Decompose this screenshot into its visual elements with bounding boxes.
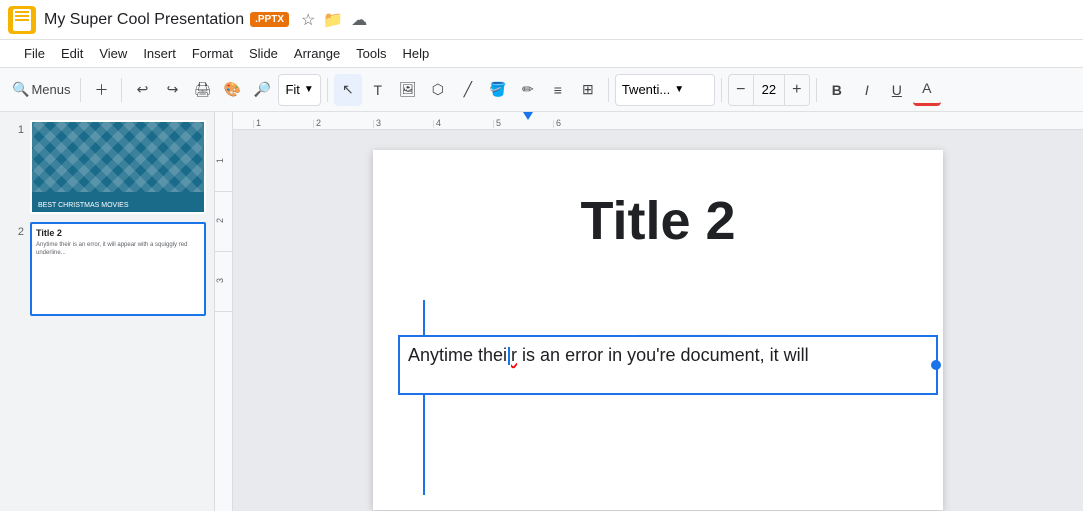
- toolbar: 🔍 Menus ＋ ↩ ↪ 🖨 🎨 🔎 Fit ▼ ↖ T 🖼 ⬡ ╱ 🪣 ✏ …: [0, 68, 1083, 112]
- slide-item-1[interactable]: 1 BEST CHRISTMAS MOVIES: [8, 120, 206, 214]
- grid-tool[interactable]: ⊞: [574, 74, 602, 106]
- text-box[interactable]: Anytime their is an error in you're docu…: [398, 335, 938, 395]
- slide-1-pattern: [32, 122, 204, 192]
- bold-button[interactable]: B: [823, 74, 851, 106]
- text-box-container: Anytime their is an error in you're docu…: [398, 335, 938, 395]
- undo-button[interactable]: ↩: [128, 74, 156, 106]
- italic-button[interactable]: I: [853, 74, 881, 106]
- ruler-mark-2: 2: [313, 120, 373, 128]
- canvas-with-ruler: 1 2 3 1 2 3 4 5 6: [215, 112, 1083, 511]
- search-icon: 🔍: [12, 81, 29, 98]
- ruler-left: 1 2 3: [215, 112, 233, 511]
- slides-panel: 1 BEST CHRISTMAS MOVIES 2 Title 2 Anytim…: [0, 112, 215, 511]
- menu-edit[interactable]: Edit: [53, 43, 91, 64]
- underline-button[interactable]: U: [883, 74, 911, 106]
- line-tool[interactable]: ╱: [454, 74, 482, 106]
- menu-arrange[interactable]: Arrange: [286, 43, 348, 64]
- main-area: 1 BEST CHRISTMAS MOVIES 2 Title 2 Anytim…: [0, 112, 1083, 511]
- paint-tool[interactable]: 🪣: [484, 74, 512, 106]
- slide-number-1: 1: [8, 124, 24, 136]
- slide-1-title: BEST CHRISTMAS MOVIES: [36, 201, 200, 210]
- ruler-cursor-marker: [523, 112, 533, 120]
- divider-3: [327, 78, 328, 102]
- slide-wrapper: Title 2: [373, 150, 943, 510]
- zoom-select[interactable]: Fit ▼: [278, 74, 320, 106]
- font-chevron: ▼: [674, 84, 684, 95]
- pen-tool[interactable]: ✏: [514, 74, 542, 106]
- ruler-mark-4: 4: [433, 120, 493, 128]
- slide-1-preview: BEST CHRISTMAS MOVIES: [32, 122, 204, 212]
- zoom-button[interactable]: 🔎: [248, 74, 276, 106]
- resize-handle[interactable]: [931, 360, 941, 370]
- font-select[interactable]: Twenti... ▼: [615, 74, 715, 106]
- slide-2-preview: Title 2 Anytime their is an error, it wi…: [32, 224, 204, 314]
- ruler-mark-1: 1: [253, 120, 313, 128]
- add-button[interactable]: ＋: [87, 74, 115, 106]
- ruler-left-mark-3: 3: [215, 252, 232, 312]
- slide-thumb-2[interactable]: Title 2 Anytime their is an error, it wi…: [30, 222, 206, 316]
- zoom-chevron: ▼: [304, 84, 314, 95]
- font-size-decrease[interactable]: −: [729, 74, 753, 106]
- ruler-top: 1 2 3 4 5 6: [233, 112, 1083, 130]
- menu-insert[interactable]: Insert: [135, 43, 184, 64]
- menu-slide[interactable]: Slide: [241, 43, 286, 64]
- align-tool[interactable]: ≡: [544, 74, 572, 106]
- ruler-marks: 1 2 3 4 5 6: [253, 112, 613, 129]
- divider-2: [121, 78, 122, 102]
- slide-number-2: 2: [8, 226, 24, 238]
- slide-canvas[interactable]: Title 2: [373, 150, 943, 510]
- menu-view[interactable]: View: [91, 43, 135, 64]
- text-suffix: is an error in you're document, it will: [517, 345, 809, 365]
- divider-5: [721, 78, 722, 102]
- canvas-main: 1 2 3 4 5 6 Title 2: [233, 112, 1083, 511]
- divider-4: [608, 78, 609, 102]
- shape-tool[interactable]: ⬡: [424, 74, 452, 106]
- slide-item-2[interactable]: 2 Title 2 Anytime their is an error, it …: [8, 222, 206, 316]
- ruler-left-mark-1: 1: [215, 132, 232, 192]
- text-cursor: [508, 347, 510, 365]
- ruler-mark-5: 5: [493, 120, 553, 128]
- divider-6: [816, 78, 817, 102]
- color-button[interactable]: A: [913, 74, 941, 106]
- search-button[interactable]: 🔍 Menus: [8, 74, 74, 106]
- ruler-left-mark-2: 2: [215, 192, 232, 252]
- app-logo: [8, 6, 36, 34]
- menu-help[interactable]: Help: [395, 43, 438, 64]
- star-icon[interactable]: ☆: [301, 10, 315, 30]
- text-tool[interactable]: T: [364, 74, 392, 106]
- ruler-mark-3: 3: [373, 120, 433, 128]
- slide-thumb-1[interactable]: BEST CHRISTMAS MOVIES: [30, 120, 206, 214]
- presentation-title: My Super Cool Presentation: [44, 11, 244, 29]
- image-tool[interactable]: 🖼: [394, 74, 422, 106]
- paint-format-button[interactable]: 🎨: [218, 74, 246, 106]
- print-button[interactable]: 🖨: [188, 74, 216, 106]
- font-size-control: − 22 +: [728, 74, 810, 106]
- menus-label: Menus: [31, 82, 70, 97]
- menu-file[interactable]: File: [16, 43, 53, 64]
- menu-bar: File Edit View Insert Format Slide Arran…: [0, 40, 1083, 68]
- menu-tools[interactable]: Tools: [348, 43, 394, 64]
- font-size-value[interactable]: 22: [753, 75, 785, 105]
- slide-2-body: Anytime their is an error, it will appea…: [36, 241, 200, 258]
- cursor-tool[interactable]: ↖: [334, 74, 362, 106]
- cloud-icon[interactable]: ☁: [351, 10, 367, 30]
- font-size-increase[interactable]: +: [785, 74, 809, 106]
- redo-button[interactable]: ↪: [158, 74, 186, 106]
- canvas-area[interactable]: Title 2: [233, 130, 1083, 511]
- slide-cursor: [423, 300, 425, 495]
- slide-2-title: Title 2: [36, 228, 200, 238]
- title-bar: My Super Cool Presentation .PPTX ☆ 📁 ☁: [0, 0, 1083, 40]
- divider-1: [80, 78, 81, 102]
- ruler-mark-6: 6: [553, 120, 613, 128]
- text-prefix: Anytime thei: [408, 345, 507, 365]
- file-type-badge: .PPTX: [250, 12, 289, 27]
- folder-icon[interactable]: 📁: [323, 10, 343, 30]
- slide-title[interactable]: Title 2: [433, 190, 883, 252]
- menu-format[interactable]: Format: [184, 43, 241, 64]
